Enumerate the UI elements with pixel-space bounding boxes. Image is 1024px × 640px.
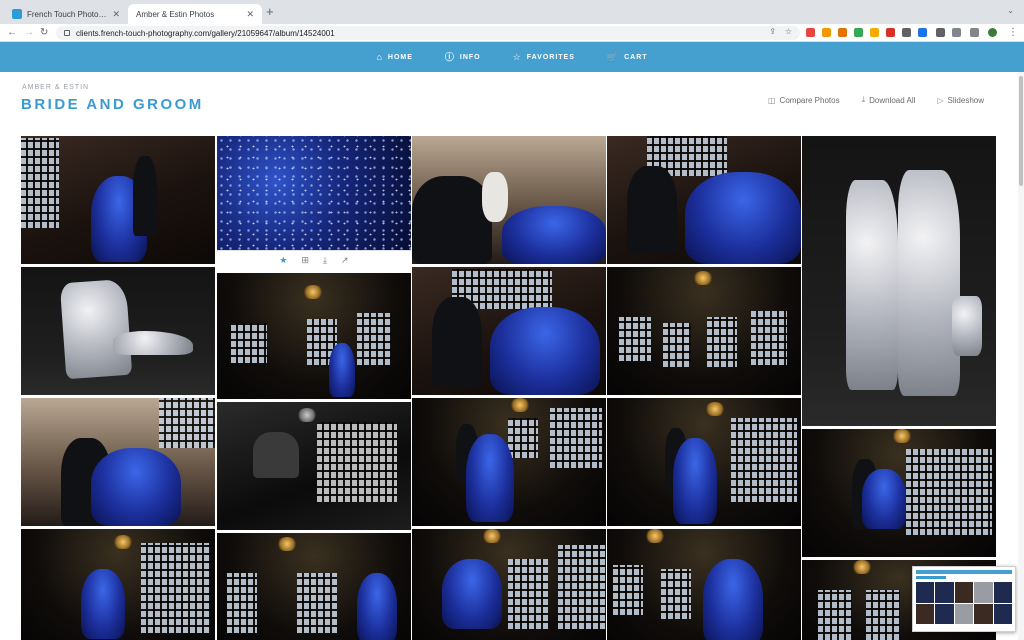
slideshow-button[interactable]: ▷ Slideshow: [937, 95, 984, 105]
extension-icon[interactable]: [822, 28, 831, 37]
compare-icon: ◫: [767, 95, 776, 105]
browser-toolbar: ← → ↻ clients.french-touch-photography.c…: [0, 24, 1024, 42]
gallery-photo[interactable]: [412, 398, 606, 526]
gallery-photo[interactable]: [412, 136, 606, 264]
gallery-photo[interactable]: [412, 267, 606, 395]
bookmark-star-icon[interactable]: ☆: [785, 27, 792, 36]
nav-label: CART: [624, 53, 648, 61]
page-title: BRIDE AND GROOM: [21, 96, 204, 113]
browser-tab-bar: French Touch Photography | Sh ✕ Amber & …: [0, 0, 1024, 24]
close-tab-icon[interactable]: ✕: [112, 9, 120, 20]
tab-search-icon[interactable]: ⌄: [1007, 6, 1014, 15]
tab-title: Amber & Estin Photos: [136, 9, 215, 19]
gallery-photo[interactable]: [607, 529, 801, 640]
lock-icon: [64, 30, 70, 36]
action-label: Slideshow: [947, 95, 984, 105]
gallery-photo[interactable]: [802, 136, 996, 426]
extension-icon[interactable]: [918, 28, 927, 37]
extension-icon[interactable]: [886, 28, 895, 37]
extension-icon[interactable]: [902, 28, 911, 37]
action-label: Download All: [869, 95, 916, 105]
side-panel-icon[interactable]: [970, 28, 979, 37]
photo-action-bar: ★ ⊞ ⤓ ↗: [217, 250, 411, 270]
browser-tab-active[interactable]: Amber & Estin Photos ✕: [128, 4, 262, 24]
gallery-photo[interactable]: [217, 402, 411, 530]
url-text: clients.french-touch-photography.com/gal…: [76, 28, 335, 38]
nav-favorites[interactable]: ☆ FAVORITES: [512, 51, 575, 62]
cart-icon: 🛒: [606, 51, 620, 62]
nav-label: HOME: [387, 53, 413, 61]
extension-icon[interactable]: [838, 28, 847, 37]
pip-preview-thumbnail[interactable]: [912, 566, 1016, 632]
extension-icon[interactable]: [854, 28, 863, 37]
action-label: Compare Photos: [779, 95, 840, 105]
forward-icon[interactable]: →: [24, 26, 34, 40]
star-icon: ☆: [512, 51, 522, 62]
download-icon[interactable]: ⤓: [323, 255, 327, 266]
browser-menu-icon[interactable]: ⋮: [1008, 26, 1018, 40]
page-scrollbar[interactable]: [1018, 72, 1024, 640]
tab-title: French Touch Photography | Sh: [27, 9, 108, 19]
star-icon[interactable]: ★: [279, 255, 287, 266]
gallery-photo[interactable]: [21, 267, 215, 395]
gallery-photo[interactable]: [217, 136, 411, 250]
gallery-photo[interactable]: [217, 273, 411, 399]
extensions-puzzle-icon[interactable]: [936, 28, 945, 37]
share-page-icon[interactable]: ⇪: [769, 27, 776, 36]
play-icon: ▷: [937, 95, 944, 105]
nav-home[interactable]: ⌂ HOME: [376, 51, 413, 62]
gallery-photo[interactable]: [607, 267, 801, 395]
download-all-button[interactable]: ⤓ Download All: [862, 95, 916, 105]
gallery-eyebrow: AMBER & ESTIN: [22, 84, 90, 91]
back-icon[interactable]: ←: [7, 26, 17, 40]
site-favicon-icon: [12, 9, 22, 19]
gallery-photo[interactable]: [802, 429, 996, 557]
nav-info[interactable]: ⓘ INFO: [444, 51, 481, 62]
gallery-actions: ◫ Compare Photos ⤓ Download All ▷ Slides…: [768, 95, 984, 105]
browser-tab[interactable]: French Touch Photography | Sh ✕: [4, 4, 128, 24]
photo-gallery: ★ ⊞ ⤓ ↗: [21, 136, 996, 640]
nav-label: FAVORITES: [526, 53, 575, 61]
compare-photos-button[interactable]: ◫ Compare Photos: [768, 95, 840, 105]
site-nav: ⌂ HOME ⓘ INFO ☆ FAVORITES 🛒 CART: [0, 42, 1024, 72]
gallery-photo[interactable]: [21, 136, 215, 264]
gallery-photo[interactable]: [21, 398, 215, 526]
extension-icon[interactable]: [806, 28, 815, 37]
gallery-photo[interactable]: [607, 136, 801, 264]
download-icon: ⤓: [861, 95, 866, 104]
profile-avatar[interactable]: [988, 28, 997, 37]
close-tab-icon[interactable]: ✕: [246, 9, 254, 20]
gallery-photo[interactable]: [412, 529, 606, 640]
cart-icon[interactable]: ⊞: [302, 255, 310, 266]
info-icon: ⓘ: [444, 51, 455, 62]
reading-list-icon[interactable]: [952, 28, 961, 37]
nav-cart[interactable]: 🛒 CART: [606, 51, 648, 62]
nav-label: INFO: [459, 53, 481, 61]
gallery-photo[interactable]: [607, 398, 801, 526]
gallery-photo[interactable]: [21, 529, 215, 640]
share-icon[interactable]: ↗: [341, 255, 349, 266]
scrollbar-thumb[interactable]: [1019, 76, 1023, 186]
home-icon: ⌂: [376, 51, 383, 62]
new-tab-icon[interactable]: +: [266, 5, 274, 19]
address-bar[interactable]: clients.french-touch-photography.com/gal…: [56, 26, 800, 40]
reload-icon[interactable]: ↻: [40, 26, 48, 40]
gallery-photo[interactable]: [217, 533, 411, 640]
extension-icon[interactable]: [870, 28, 879, 37]
